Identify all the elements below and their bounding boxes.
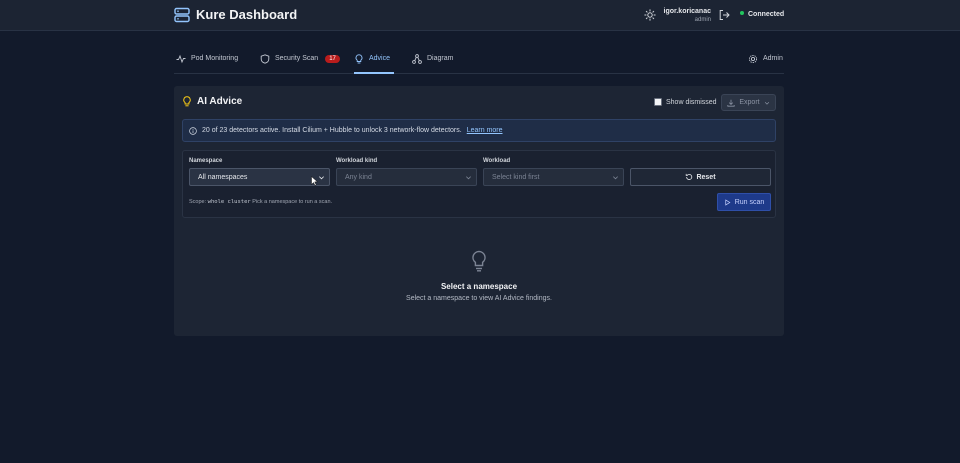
tab-label: Diagram <box>427 55 454 62</box>
info-icon <box>189 126 197 135</box>
reset-button[interactable]: Reset <box>630 168 771 186</box>
connection-status-label: Connected <box>748 11 785 18</box>
tab-advice[interactable]: Advice <box>354 50 394 74</box>
chevron-down-icon <box>319 176 324 180</box>
user-info: igor.koricanac admin <box>664 7 711 24</box>
tab-label: Pod Monitoring <box>191 55 239 62</box>
status-dot <box>740 11 744 15</box>
server-icon <box>174 7 190 23</box>
play-icon <box>725 198 731 206</box>
namespace-select[interactable]: All namespaces <box>189 168 330 186</box>
sun-icon[interactable] <box>644 9 656 21</box>
chevron-down-icon <box>764 101 769 105</box>
show-dismissed-checkbox[interactable] <box>654 98 662 106</box>
user-role: admin <box>694 17 711 23</box>
user-name: igor.koricanac <box>663 8 711 15</box>
namespace-label: Namespace <box>189 158 223 164</box>
app-title: Kure Dashboard <box>196 7 298 22</box>
show-dismissed-toggle[interactable]: Show dismissed <box>654 98 717 106</box>
export-button[interactable]: Export <box>721 94 776 111</box>
info-banner: 20 of 23 detectors active. Install Ciliu… <box>182 119 776 142</box>
empty-state-subtitle: Select a namespace to view AI Advice fin… <box>406 295 552 302</box>
chevron-down-icon <box>466 176 471 180</box>
workload-kind-label: Workload kind <box>336 158 378 164</box>
workload-kind-select[interactable]: Any kind <box>336 168 477 186</box>
scope-hint: Pick a namespace to run a scan. <box>252 199 333 205</box>
namespace-select-value: All namespaces <box>198 173 248 181</box>
reset-icon <box>686 173 693 180</box>
tab-security-scan[interactable]: Security Scan 17 <box>260 50 340 74</box>
filter-panel: Namespace Workload kind Workload All nam… <box>182 150 776 218</box>
info-banner-text: 20 of 23 detectors active. Install Ciliu… <box>202 127 462 134</box>
workload-select-value: Select kind first <box>492 173 540 181</box>
reset-label: Reset <box>696 173 716 181</box>
lightbulb-icon <box>355 54 363 64</box>
workload-kind-select-value: Any kind <box>345 173 372 181</box>
panel-header: AI Advice <box>182 96 242 107</box>
tab-pod-monitoring[interactable]: Pod Monitoring <box>176 50 238 74</box>
show-dismissed-label: Show dismissed <box>666 98 717 106</box>
tab-label: Admin <box>763 55 783 62</box>
security-scan-count-badge: 17 <box>325 55 340 63</box>
scope-value: whole cluster <box>207 199 251 205</box>
mouse-cursor-icon <box>311 176 318 186</box>
panel-title: AI Advice <box>197 96 243 107</box>
learn-more-link[interactable]: Learn more <box>467 127 503 134</box>
tab-diagram[interactable]: Diagram <box>412 50 453 74</box>
tab-label: Security Scan <box>275 55 319 62</box>
activity-icon <box>176 54 186 64</box>
lightbulb-icon <box>183 96 191 107</box>
tab-bar: Pod Monitoring Security Scan 17 Advice D… <box>174 50 784 74</box>
shield-icon <box>260 54 270 64</box>
chevron-down-icon <box>613 176 618 180</box>
workload-label: Workload <box>483 158 511 164</box>
download-icon <box>727 99 735 107</box>
run-scan-button[interactable]: Run scan <box>717 193 771 211</box>
ai-advice-panel: AI Advice Show dismissed Export 20 of 23… <box>174 86 784 336</box>
diagram-icon <box>412 54 422 64</box>
connection-status: Connected <box>740 10 784 19</box>
tab-admin[interactable]: Admin <box>748 54 783 64</box>
top-bar: Kure Dashboard igor.koricanac admin Conn… <box>0 0 960 31</box>
export-label: Export <box>739 99 760 106</box>
workload-select[interactable]: Select kind first <box>483 168 624 186</box>
lightbulb-icon <box>472 250 486 272</box>
run-scan-label: Run scan <box>734 198 765 206</box>
gear-icon <box>748 54 758 64</box>
scope-text: Scope: whole cluster Pick a namespace to… <box>189 199 332 205</box>
scope-prefix: Scope: <box>189 199 207 205</box>
empty-state-title: Select a namespace <box>440 282 518 291</box>
tab-label: Advice <box>369 55 391 62</box>
logout-icon[interactable] <box>718 9 730 21</box>
